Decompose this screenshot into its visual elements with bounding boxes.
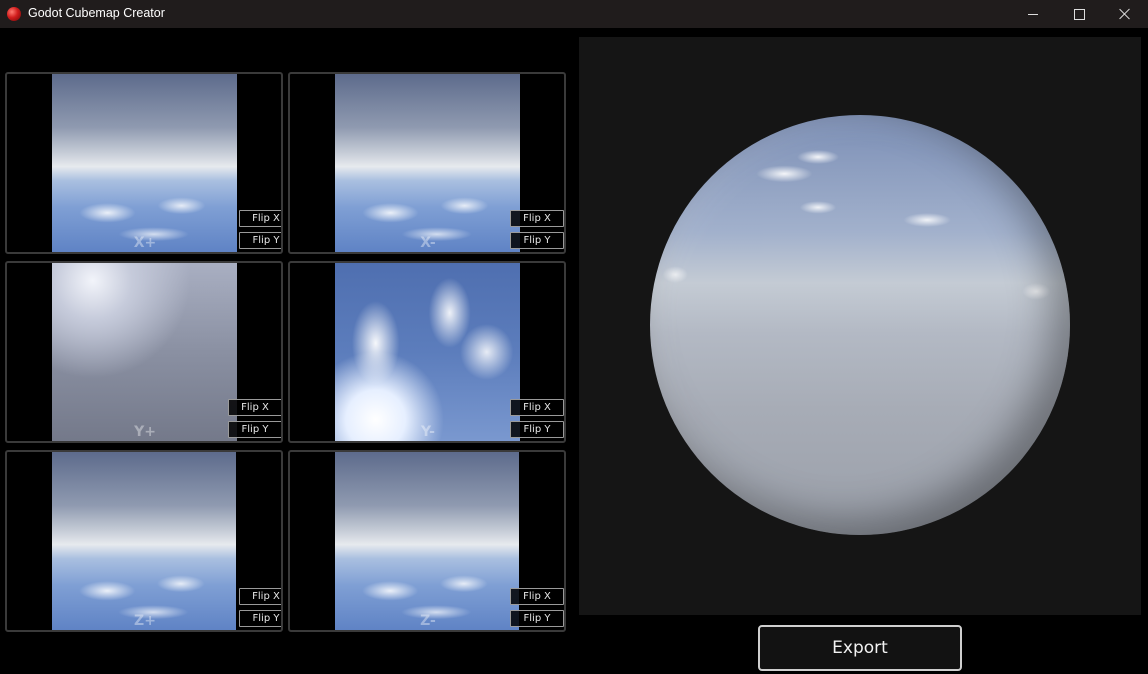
- face-image-x-minus[interactable]: [335, 74, 520, 252]
- face-panel-z-minus: Z- Flip X Flip Y: [288, 450, 566, 632]
- flip-y-button[interactable]: Flip Y: [510, 232, 564, 249]
- flip-y-button[interactable]: Flip Y: [510, 610, 564, 627]
- preview-viewport[interactable]: [579, 37, 1141, 615]
- minimize-button[interactable]: [1010, 0, 1056, 28]
- face-image-x-plus[interactable]: [52, 74, 237, 252]
- face-image-y-minus[interactable]: [335, 263, 520, 441]
- face-panel-y-plus: Y+ Flip X Flip Y: [5, 261, 283, 443]
- flip-x-button[interactable]: Flip X: [239, 588, 281, 605]
- flip-y-button[interactable]: Flip Y: [239, 232, 281, 249]
- face-panel-z-plus: Z+ Flip X Flip Y: [5, 450, 283, 632]
- face-label: Y+: [134, 424, 156, 440]
- flip-y-button[interactable]: Flip Y: [239, 610, 281, 627]
- face-label: Y-: [421, 424, 435, 440]
- minimize-icon: [1028, 13, 1038, 15]
- face-panel-x-plus: X+ Flip X Flip Y: [5, 72, 283, 254]
- face-image-z-minus[interactable]: [335, 452, 519, 630]
- face-panel-y-minus: Y- Flip X Flip Y: [288, 261, 566, 443]
- flip-x-button[interactable]: Flip X: [228, 399, 281, 416]
- export-button[interactable]: Export: [758, 625, 962, 671]
- face-label: X+: [133, 235, 157, 251]
- face-label: X-: [420, 235, 436, 251]
- flip-y-button[interactable]: Flip Y: [228, 421, 281, 438]
- maximize-button[interactable]: [1056, 0, 1102, 28]
- face-panel-x-minus: X- Flip X Flip Y: [288, 72, 566, 254]
- face-image-y-plus[interactable]: [52, 263, 237, 441]
- flip-x-button[interactable]: Flip X: [510, 588, 564, 605]
- flip-x-button[interactable]: Flip X: [510, 210, 564, 227]
- close-icon: [1119, 8, 1131, 20]
- close-button[interactable]: [1102, 0, 1148, 28]
- flip-x-button[interactable]: Flip X: [510, 399, 564, 416]
- maximize-icon: [1073, 8, 1085, 20]
- flip-y-button[interactable]: Flip Y: [510, 421, 564, 438]
- flip-x-button[interactable]: Flip X: [239, 210, 281, 227]
- window-title: Godot Cubemap Creator: [28, 6, 165, 20]
- preview-sphere: [650, 115, 1070, 535]
- godot-app-icon: [7, 7, 21, 21]
- title-bar: Godot Cubemap Creator: [0, 0, 1148, 28]
- face-image-z-plus[interactable]: [52, 452, 236, 630]
- face-label: Z-: [420, 613, 436, 629]
- face-label: Z+: [134, 613, 156, 629]
